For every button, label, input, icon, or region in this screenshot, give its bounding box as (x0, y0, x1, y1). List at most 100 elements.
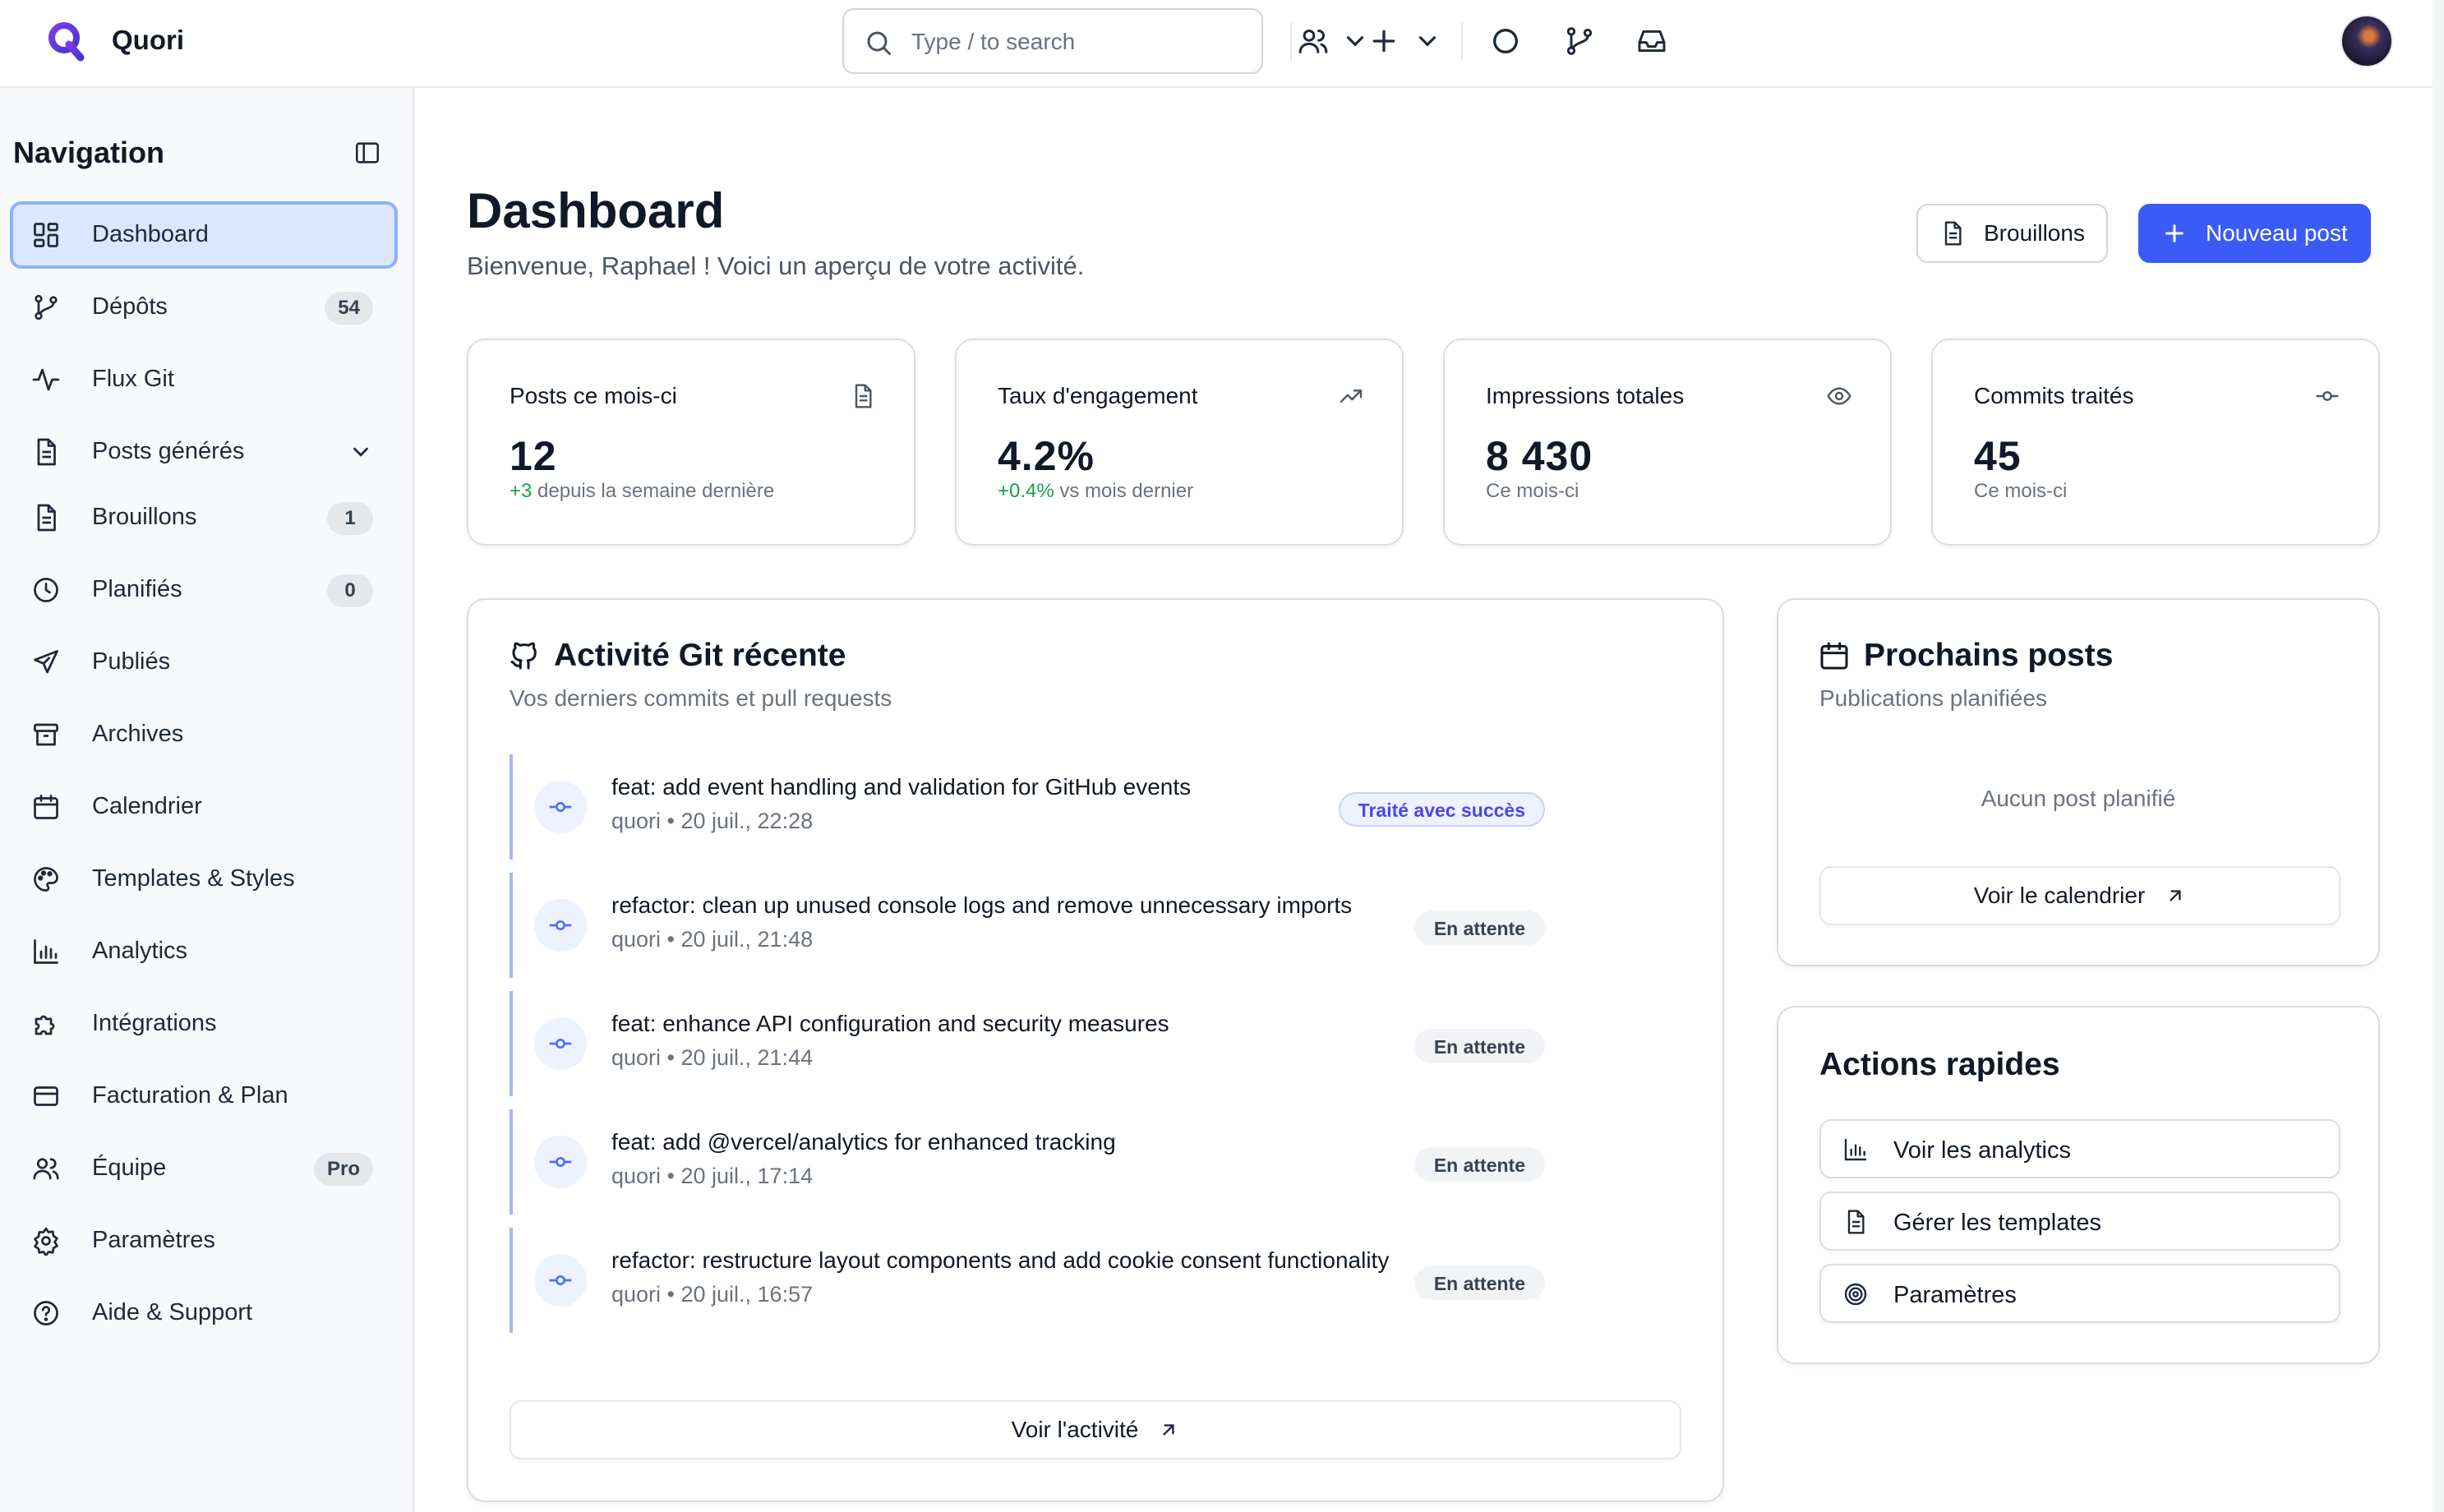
sidebar-item-publies[interactable]: Publiés (10, 629, 398, 696)
commit-meta: quori • 20 juil., 22:28 (611, 809, 814, 833)
sidebar-item-planifies[interactable]: Planifiés 0 (10, 556, 398, 624)
search-box[interactable] (842, 8, 1263, 74)
quick-action-label: Paramètres (1893, 1282, 2017, 1308)
app-root: Quori Navigation (0, 0, 2444, 1512)
sidebar-item-calendrier[interactable]: Calendrier (10, 773, 398, 841)
sidebar-item-label: Dashboard (92, 221, 209, 247)
sidebar-item-label: Calendrier (92, 793, 202, 819)
quick-action-settings[interactable]: Paramètres (1819, 1264, 2340, 1323)
commit-row[interactable]: feat: add @vercel/analytics for enhanced… (510, 1109, 1644, 1215)
git-activity-card: Activité Git récente Vos derniers commit… (467, 598, 1724, 1502)
circle-icon[interactable] (1489, 25, 1522, 58)
sidebar-item-depots[interactable]: Dépôts 54 (10, 274, 398, 341)
archive-icon (34, 723, 58, 746)
clock-icon (34, 578, 58, 602)
sidebar-item-analytics[interactable]: Analytics (10, 918, 398, 985)
calendar-icon (34, 795, 58, 819)
trending-up-icon (1340, 390, 1363, 403)
stat-note: +3 depuis la semaine dernière (510, 480, 774, 503)
target-icon (1844, 1283, 1867, 1306)
stat-note-text: vs mois dernier (1054, 480, 1194, 502)
stat-delta: +3 (510, 480, 533, 502)
status-badge: En attente (1413, 1147, 1545, 1182)
sidebar-item-label: Analytics (92, 938, 188, 964)
sidebar-item-templates-styles[interactable]: Templates & Styles (10, 846, 398, 913)
sidebar-item-parametres[interactable]: Paramètres (10, 1207, 398, 1275)
status-badge: En attente (1413, 1265, 1545, 1300)
stat-label: Taux d'engagement (998, 383, 1198, 408)
commit-row[interactable]: refactor: restructure layout components … (510, 1228, 1644, 1333)
search-input[interactable] (911, 25, 1240, 59)
file-icon (855, 384, 872, 408)
users-icon[interactable] (1297, 25, 1330, 58)
count-badge: 1 (327, 502, 373, 535)
sidebar-item-archives[interactable]: Archives (10, 701, 398, 768)
quick-action-label: Gérer les templates (1893, 1210, 2102, 1236)
sidebar-item-label: Brouillons (92, 504, 197, 530)
new-post-button-label: Nouveau post (2206, 220, 2348, 246)
divider (1461, 23, 1463, 61)
stat-card-commits: Commits traités 45 Ce mois-ci (1931, 339, 2380, 546)
card-title: Actions rapides (1819, 1047, 2060, 1082)
sidebar-item-brouillons[interactable]: Brouillons 1 (10, 484, 398, 551)
stat-label: Commits traités (1974, 383, 2134, 408)
sidebar-item-dashboard[interactable]: Dashboard (10, 201, 398, 269)
help-icon (34, 1301, 58, 1325)
git-branch-icon (35, 294, 58, 320)
calendar-icon (1820, 642, 1848, 670)
page-subtitle: Bienvenue, Raphael ! Voici un aperçu de … (467, 251, 1085, 280)
chevron-down-icon[interactable] (1413, 25, 1441, 58)
commit-message: feat: enhance API configuration and secu… (611, 1011, 1169, 1036)
file-text-icon (1847, 1210, 1865, 1234)
arrow-up-right-icon (1163, 1424, 1174, 1436)
sidebar-item-label: Templates & Styles (92, 865, 295, 892)
scrollbar-track[interactable] (2432, 0, 2444, 1512)
commit-row[interactable]: refactor: clean up unused console logs a… (510, 873, 1644, 978)
card-subtitle: Vos derniers commits et pull requests (510, 685, 892, 711)
sidebar-item-label: Paramètres (92, 1227, 215, 1253)
commit-row[interactable]: feat: add event handling and validation … (510, 754, 1644, 860)
plan-badge: Pro (313, 1153, 373, 1186)
commit-meta: quori • 20 juil., 17:14 (611, 1164, 814, 1188)
sidebar-item-label: Intégrations (92, 1010, 217, 1036)
stat-value: 8 430 (1486, 433, 1593, 479)
commit-icon (534, 899, 587, 952)
stat-value: 12 (510, 433, 557, 479)
inbox-icon[interactable] (1635, 25, 1668, 58)
sidebar-item-label: Publiés (92, 648, 171, 675)
view-calendar-button[interactable]: Voir le calendrier (1819, 866, 2340, 925)
quori-logo[interactable] (46, 18, 87, 66)
sidebar-item-label: Facturation & Plan (92, 1082, 288, 1109)
sidebar-item-label: Archives (92, 721, 184, 747)
sidebar-item-posts-generes[interactable]: Posts générés (10, 418, 398, 486)
chevron-down-icon[interactable] (348, 440, 373, 464)
new-post-button[interactable]: Nouveau post (2138, 204, 2371, 263)
chevron-down-icon[interactable] (1341, 25, 1369, 58)
quick-action-analytics[interactable]: Voir les analytics (1819, 1119, 2340, 1178)
sidebar-item-integrations[interactable]: Intégrations (10, 990, 398, 1058)
commit-row[interactable]: feat: enhance API configuration and secu… (510, 991, 1644, 1096)
drafts-button[interactable]: Brouillons (1916, 204, 2108, 263)
git-branch-icon[interactable] (1563, 25, 1596, 58)
commit-icon (534, 781, 587, 833)
sidebar-item-flux-git[interactable]: Flux Git (10, 346, 398, 413)
arrow-up-right-icon (2170, 890, 2181, 901)
sidebar-item-facturation[interactable]: Facturation & Plan (10, 1063, 398, 1130)
sidebar-item-aide-support[interactable]: Aide & Support (10, 1279, 398, 1347)
plus-icon[interactable] (1367, 25, 1400, 58)
avatar[interactable] (2340, 15, 2393, 67)
sidebar-item-equipe[interactable]: Équipe Pro (10, 1135, 398, 1202)
credit-card-icon (34, 1086, 58, 1106)
commit-meta: quori • 20 juil., 16:57 (611, 1282, 814, 1307)
quick-action-templates[interactable]: Gérer les templates (1819, 1192, 2340, 1251)
sidebar-collapse-icon[interactable] (353, 139, 381, 167)
sidebar-title: Navigation (13, 136, 165, 169)
count-badge: 54 (325, 292, 373, 325)
sidebar-item-label: Flux Git (92, 366, 174, 392)
stat-note: +0.4% vs mois dernier (998, 480, 1193, 503)
commit-meta: quori • 20 juil., 21:48 (611, 927, 814, 952)
quick-action-label: Voir les analytics (1893, 1137, 2071, 1164)
view-activity-button[interactable]: Voir l'activité (510, 1400, 1681, 1459)
card-title: Activité Git récente (554, 638, 846, 673)
send-icon (34, 650, 58, 674)
